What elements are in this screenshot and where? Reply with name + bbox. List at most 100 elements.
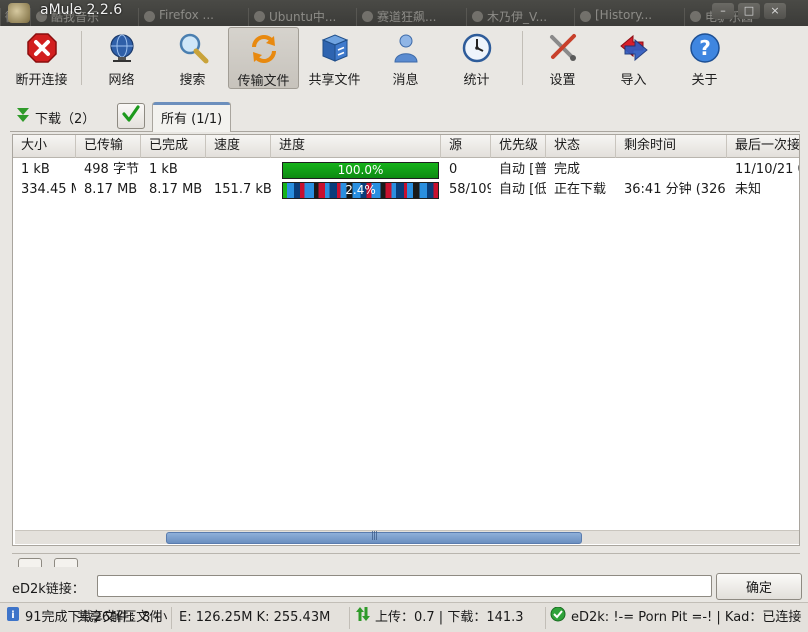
ed2k-link-bar: eD2k链接： 确定	[0, 572, 808, 602]
messages-button[interactable]: 消息	[370, 27, 441, 89]
statistics-button[interactable]: 统计	[441, 27, 512, 89]
status-files-shared: 共享文件：8 小	[77, 610, 168, 625]
toolbar-label: 传输文件	[237, 74, 290, 89]
transfers-button[interactable]: 传输文件	[228, 27, 299, 89]
shared-files-cabinet-icon	[319, 32, 351, 64]
disconnect-icon	[26, 32, 58, 64]
magnifier-search-icon	[177, 32, 209, 64]
toolbar-label: 搜索	[179, 73, 206, 88]
lower-pane-toggle-button[interactable]	[18, 558, 42, 567]
cell-remaining	[616, 160, 727, 180]
about-button[interactable]: ? 关于	[669, 27, 740, 89]
toolbar-label: 断开连接	[15, 73, 68, 88]
import-button[interactable]: 导入	[598, 27, 669, 89]
green-down-arrows-icon	[16, 107, 30, 127]
column-header-last-seen[interactable]: 最后一次接	[727, 135, 799, 158]
amule-app-icon	[8, 3, 30, 23]
status-transfer-rates: 上传：0.7 | 下载：141.3	[356, 607, 546, 629]
lower-pane-splitter[interactable]	[12, 553, 800, 567]
lower-pane-toggle-button[interactable]	[54, 558, 78, 567]
settings-tools-icon	[547, 32, 579, 64]
column-header-size[interactable]: 大小	[13, 135, 76, 158]
confirm-button[interactable]: 确定	[716, 573, 802, 600]
cell-speed: 151.7 kB	[214, 182, 271, 197]
column-header-remaining[interactable]: 剩余时间	[616, 135, 727, 158]
column-header-progress[interactable]: 进度	[271, 135, 441, 158]
column-header-status[interactable]: 状态	[546, 135, 616, 158]
table-row[interactable]: 334.45 M 8.17 MB 8.17 MB 151.7 kB 2.4% 5…	[13, 180, 799, 200]
cell-transferred: 8.17 MB	[84, 182, 138, 197]
status-bar: i 91完成下载26解压文件 共享文件：8 小 E: 126.25M K: 25…	[0, 602, 808, 632]
cell-size: 1 kB	[21, 162, 50, 177]
progress-label: 2.4%	[345, 183, 376, 197]
downloads-list: 大小 已传输 已完成 速度 进度 源 优先级 状态 剩余时间 最后一次接 1 k…	[12, 134, 800, 546]
maximize-icon[interactable]: □	[738, 3, 760, 19]
category-tab-all[interactable]: 所有 (1/1)	[152, 102, 232, 132]
status-files: i 91完成下载26解压文件 共享文件：8 小	[6, 607, 172, 629]
cell-completed: 8.17 MB	[149, 182, 203, 197]
globe-network-icon	[106, 32, 138, 64]
status-files-text: 91完成下载26解压文件 共享文件：8 小	[25, 607, 167, 629]
toolbar-separator	[81, 31, 82, 85]
cell-sources: 0	[449, 162, 458, 177]
toolbar-label: 统计	[463, 73, 490, 88]
help-question-icon: ?	[689, 32, 721, 64]
main-toolbar: 断开连接 网络 搜索 传输文件 共享文件 消息 统计 设置 导入 ? 关于	[6, 27, 808, 91]
cell-priority: 自动 [普	[499, 162, 546, 177]
progress-bar: 100.0%	[282, 162, 439, 179]
toolbar-label: 设置	[549, 73, 576, 88]
column-header-speed[interactable]: 速度	[206, 135, 271, 158]
taskbar-tab[interactable]: 木乃伊_V...	[466, 8, 574, 26]
toolbar-label: 共享文件	[308, 73, 361, 88]
svg-text:?: ?	[699, 36, 711, 60]
import-arrows-icon	[618, 32, 650, 64]
title-bar: 微 酷我音乐 Firefox ... Ubuntu中... 赛道狂飙... 木乃…	[0, 0, 808, 26]
info-icon: i	[6, 607, 20, 629]
taskbar-tab[interactable]: [History...	[574, 8, 684, 26]
toolbar-label: 消息	[392, 73, 419, 88]
column-header-transferred[interactable]: 已传输	[76, 135, 141, 158]
downloads-table-header: 大小 已传输 已完成 速度 进度 源 优先级 状态 剩余时间 最后一次接	[13, 135, 799, 158]
column-header-completed[interactable]: 已完成	[141, 135, 206, 158]
cell-status: 正在下载	[554, 182, 607, 197]
checkmark-filter-button[interactable]	[117, 103, 145, 129]
settings-button[interactable]: 设置	[527, 27, 598, 89]
close-icon[interactable]: ×	[764, 3, 786, 19]
status-network: eD2k: !-= Porn Pit =-! | Kad：已连接	[550, 607, 804, 629]
scrollbar-thumb[interactable]	[166, 532, 582, 544]
downloads-toggle[interactable]: 下载（2）	[16, 107, 95, 127]
svg-text:i: i	[11, 610, 14, 621]
cell-status: 完成	[554, 162, 581, 177]
ed2k-link-input[interactable]	[97, 575, 712, 597]
cell-priority: 自动 [低	[499, 182, 546, 197]
cell-transferred: 498 字节	[84, 162, 139, 177]
horizontal-scrollbar[interactable]	[15, 530, 799, 544]
table-row[interactable]: 1 kB 498 字节 1 kB 100.0% 0 自动 [普 完成 11/10…	[13, 160, 799, 180]
cell-size: 334.45 M	[21, 182, 76, 197]
status-users: E: 126.25M K: 255.43M	[175, 607, 350, 629]
status-transfer-text: 上传：0.7 | 下载：141.3	[375, 610, 524, 625]
disconnect-button[interactable]: 断开连接	[6, 27, 77, 89]
taskbar-tab[interactable]: Ubuntu中...	[248, 8, 356, 26]
connected-globe-icon	[550, 607, 566, 629]
cell-completed: 1 kB	[149, 162, 178, 177]
column-header-sources[interactable]: 源	[441, 135, 491, 158]
shared-files-button[interactable]: 共享文件	[299, 27, 370, 89]
cell-sources: 58/109	[449, 182, 491, 197]
person-messages-icon	[390, 32, 422, 64]
network-button[interactable]: 网络	[86, 27, 157, 89]
status-network-text: eD2k: !-= Porn Pit =-! | Kad：已连接	[571, 610, 802, 625]
taskbar-tab[interactable]: 赛道狂飙...	[356, 8, 466, 26]
cell-last-seen: 11/10/21 0	[735, 162, 800, 177]
progress-bar: 2.4%	[282, 182, 439, 199]
search-button[interactable]: 搜索	[157, 27, 228, 89]
column-header-priority[interactable]: 优先级	[491, 135, 546, 158]
window-title: aMule 2.2.6	[40, 2, 123, 18]
statistics-gauge-icon	[461, 32, 493, 64]
minimize-icon[interactable]: –	[712, 3, 734, 19]
toolbar-label: 导入	[620, 73, 647, 88]
cell-speed	[206, 160, 271, 180]
taskbar-tab[interactable]: Firefox ...	[138, 8, 248, 26]
toolbar-label: 网络	[108, 73, 135, 88]
toolbar-label: 关于	[691, 73, 718, 88]
